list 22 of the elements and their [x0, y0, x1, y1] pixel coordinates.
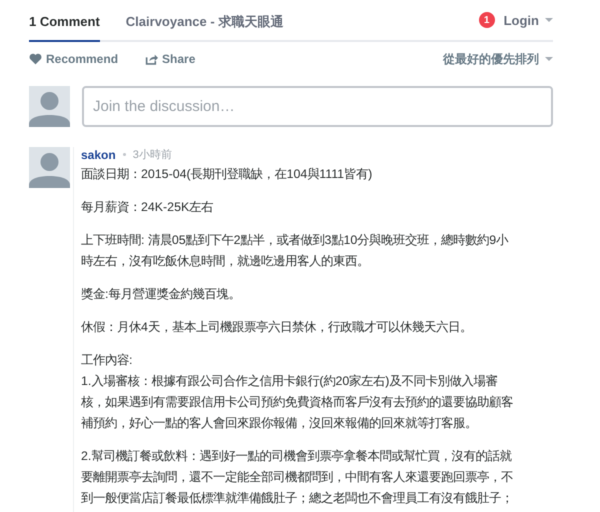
recommend-button[interactable]: Recommend [29, 52, 118, 66]
comment-paragraph: 休假：月休4天，基本上司機跟票亭六日禁休，行政職才可以休幾天六日。 [81, 319, 473, 336]
comment-paragraph: 2.幫司機訂餐或飲料：遇到好一點的司機會到票亭拿餐本問或幫忙買，沒有的話就 要離開票亭去詢問，還不一定能全部司機都問到，中間有客人來還要跑回票亭，不 到一般便當店訂餐最低標準就準備餓肚子；總之老闆也不會理員工有沒有餓肚子； [81, 448, 514, 507]
comment-paragraph: 面談日期：2015-04(長期刊登職缺，在104與1111皆有) [81, 166, 374, 183]
comment-paragraph: 每月薪資：24K-25K左右 [81, 199, 214, 216]
share-button[interactable]: Share [145, 52, 196, 66]
comment-input[interactable]: Join the discussion… [82, 86, 553, 127]
notification-badge[interactable]: 1 [478, 12, 495, 28]
tab[interactable]: Clairvoyance - 求職天眼通 [126, 0, 284, 44]
tab[interactable]: 1 Comment [29, 0, 100, 42]
separator-dot [122, 153, 126, 156]
heart-icon [29, 53, 42, 65]
avatar-icon [29, 147, 70, 188]
comment-paragraph: 獎金:每月營運獎金約幾百塊。 [81, 286, 242, 303]
avatar-icon [29, 86, 70, 127]
share-icon [145, 53, 158, 65]
login-button[interactable]: Login [504, 12, 553, 28]
author-name[interactable]: sakon [81, 148, 116, 162]
comment-paragraph: 工作內容: 1.入場審核：根據有跟公司合作之信用卡銀行(約20家左右)及不同卡別做入場審 核，如果遇到有需要跟信用卡公司預約免費資格而客戶沒有去預約的還要協助顧客 補預約，好心一點的客人會回來跟你報備，沒回來報備的回來就等打客服。 [81, 352, 514, 432]
comment-paragraph: 上下班時間: 清晨05點到下午2點半，或者做到3點10分與晚班交班，總時數約9小 時左右，沒有吃飯休息時間，就邊吃邊用客人的東西。 [81, 232, 510, 270]
sort-dropdown[interactable]: 從最好的優先排列 [443, 50, 553, 68]
comment-time[interactable]: 3小時前 [132, 147, 172, 162]
